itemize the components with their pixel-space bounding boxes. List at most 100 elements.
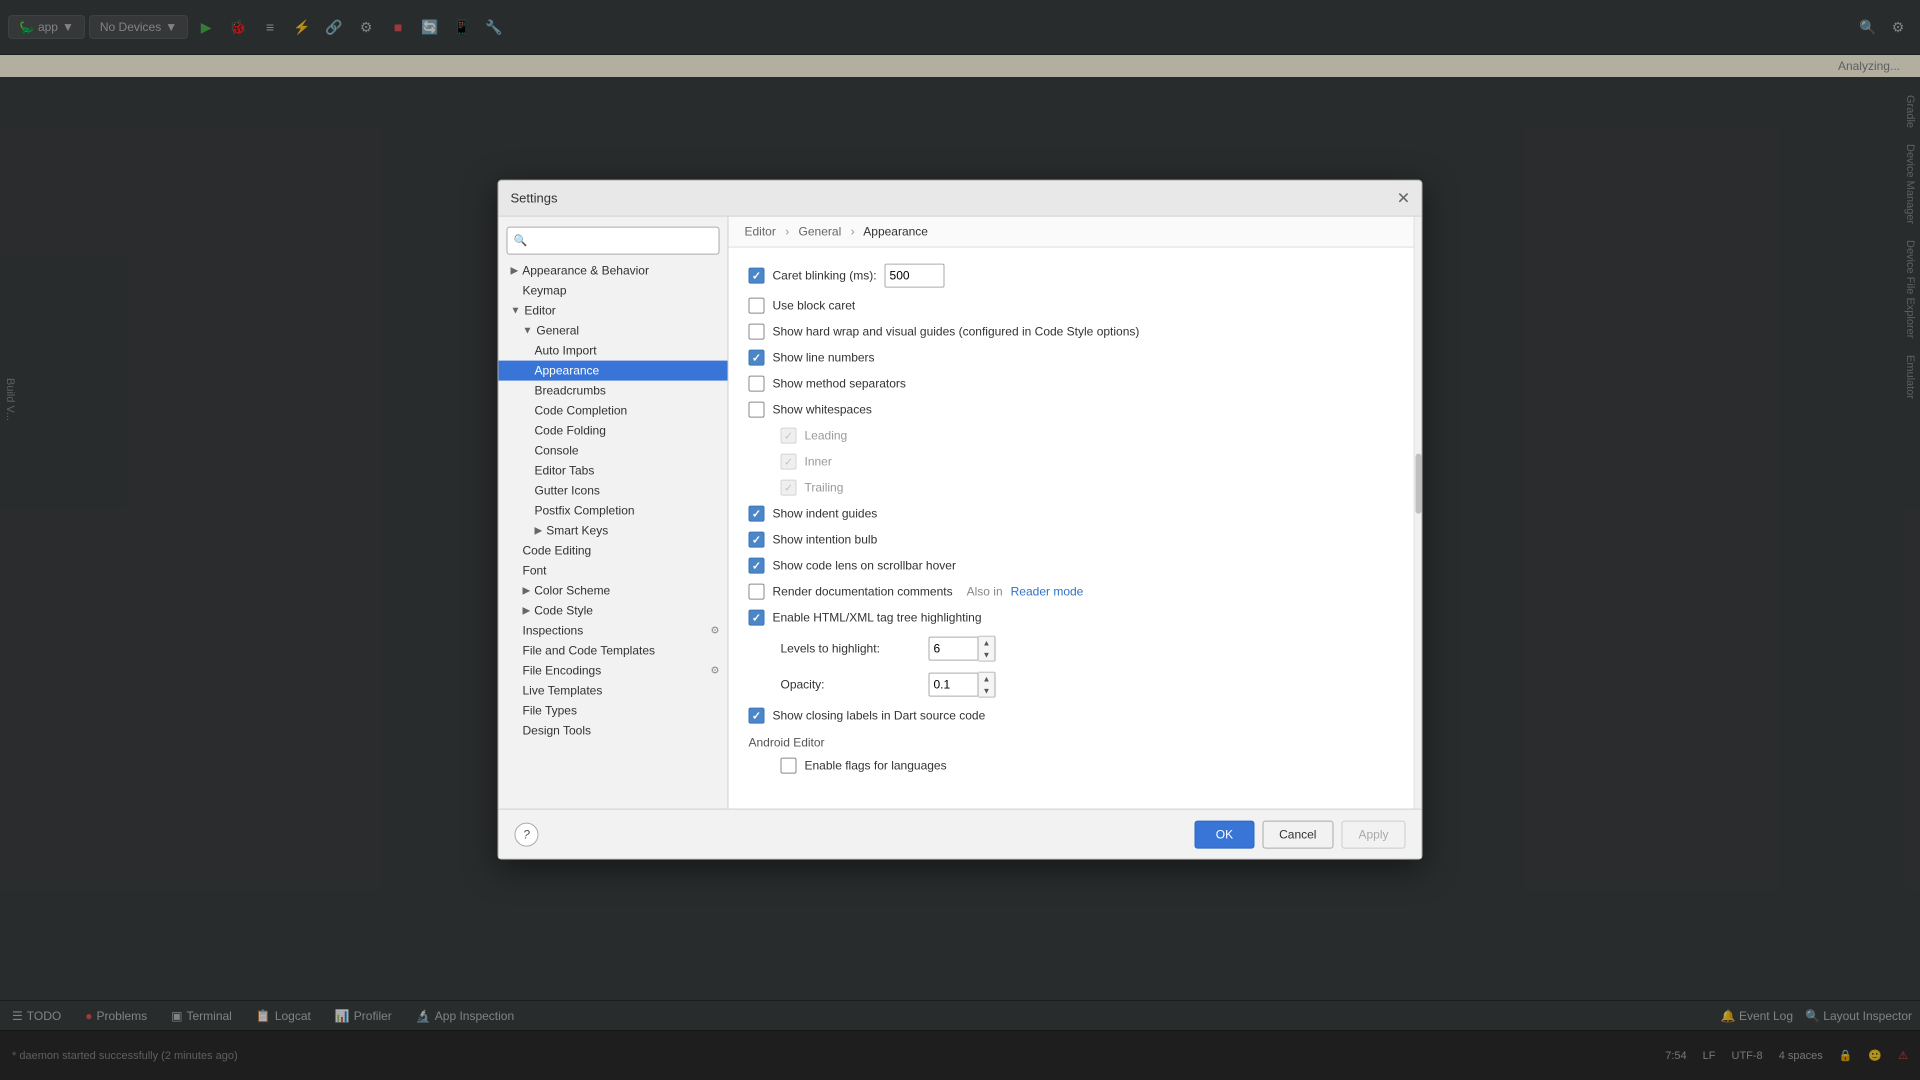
opacity-up-btn[interactable]: ▲ xyxy=(979,673,995,685)
expand-arrow: ▼ xyxy=(523,325,533,336)
inner-label: Inner xyxy=(805,455,832,469)
inner-checkbox[interactable] xyxy=(781,454,797,470)
closing-labels-label: Show closing labels in Dart source code xyxy=(773,709,986,723)
sidebar-item-appearance[interactable]: Appearance xyxy=(499,361,728,381)
help-button[interactable]: ? xyxy=(515,822,539,846)
expand-arrow: ▼ xyxy=(511,305,521,316)
whitespaces-checkbox[interactable] xyxy=(749,402,765,418)
file-encodings-icon: ⚙ xyxy=(711,665,720,676)
block-caret-checkbox[interactable] xyxy=(749,298,765,314)
line-numbers-label: Show line numbers xyxy=(773,351,875,365)
sidebar-item-auto-import[interactable]: Auto Import xyxy=(499,341,728,361)
sidebar-item-live-templates[interactable]: Live Templates xyxy=(499,681,728,701)
search-icon-wrap: 🔍 xyxy=(507,227,720,255)
item-label: Gutter Icons xyxy=(535,484,600,498)
sidebar-item-design-tools[interactable]: Design Tools xyxy=(499,721,728,741)
sidebar-item-code-editing[interactable]: Code Editing xyxy=(499,541,728,561)
item-label: General xyxy=(536,324,579,338)
sidebar-item-console[interactable]: Console xyxy=(499,441,728,461)
sidebar-item-smart-keys[interactable]: ▶ Smart Keys xyxy=(499,521,728,541)
trailing-checkbox[interactable] xyxy=(781,480,797,496)
render-doc-label: Render documentation comments xyxy=(773,585,953,599)
sidebar-item-general[interactable]: ▼ General xyxy=(499,321,728,341)
levels-up-btn[interactable]: ▲ xyxy=(979,637,995,649)
apply-button[interactable]: Apply xyxy=(1341,820,1405,848)
opacity-input[interactable] xyxy=(929,673,979,697)
trailing-label: Trailing xyxy=(805,481,844,495)
cancel-button[interactable]: Cancel xyxy=(1262,820,1333,848)
sidebar-item-font[interactable]: Font xyxy=(499,561,728,581)
code-lens-row: Show code lens on scrollbar hover xyxy=(749,558,1394,574)
item-label: Font xyxy=(523,564,547,578)
item-label: Appearance & Behavior xyxy=(522,264,649,278)
sidebar-item-keymap[interactable]: Keymap xyxy=(499,281,728,301)
intention-bulb-checkbox[interactable] xyxy=(749,532,765,548)
breadcrumb-editor: Editor xyxy=(745,225,776,239)
dialog-title: Settings xyxy=(511,191,558,206)
html-tag-checkbox[interactable] xyxy=(749,610,765,626)
sidebar-item-editor[interactable]: ▼ Editor xyxy=(499,301,728,321)
item-label: Breadcrumbs xyxy=(535,384,606,398)
levels-down-btn[interactable]: ▼ xyxy=(979,649,995,661)
footer-buttons: OK Cancel Apply xyxy=(1195,820,1406,848)
html-tag-row: Enable HTML/XML tag tree highlighting xyxy=(749,610,1394,626)
caret-blink-checkbox[interactable] xyxy=(749,268,765,284)
method-sep-label: Show method separators xyxy=(773,377,906,391)
code-lens-checkbox[interactable] xyxy=(749,558,765,574)
caret-blink-label: Caret blinking (ms): xyxy=(773,269,877,283)
caret-blink-input[interactable] xyxy=(885,264,945,288)
breadcrumb-appearance: Appearance xyxy=(863,225,928,239)
dialog-footer: ? OK Cancel Apply xyxy=(499,809,1422,859)
levels-spinner-btns: ▲ ▼ xyxy=(979,636,996,662)
expand-arrow: ▶ xyxy=(523,605,531,616)
leading-label: Leading xyxy=(805,429,848,443)
leading-checkbox[interactable] xyxy=(781,428,797,444)
breadcrumb-general: General xyxy=(799,225,842,239)
breadcrumb-sep1: › xyxy=(785,225,789,239)
reader-mode-link[interactable]: Reader mode xyxy=(1011,585,1084,599)
sidebar-item-postfix-completion[interactable]: Postfix Completion xyxy=(499,501,728,521)
sidebar-item-color-scheme[interactable]: ▶ Color Scheme xyxy=(499,581,728,601)
item-label: File Encodings xyxy=(523,664,602,678)
levels-input[interactable] xyxy=(929,637,979,661)
sidebar-item-code-style[interactable]: ▶ Code Style xyxy=(499,601,728,621)
also-in-text: Also in xyxy=(967,585,1003,599)
whitespaces-label: Show whitespaces xyxy=(773,403,872,417)
hard-wrap-checkbox[interactable] xyxy=(749,324,765,340)
inner-row: Inner xyxy=(781,454,1394,470)
sidebar-item-inspections[interactable]: Inspections ⚙ xyxy=(499,621,728,641)
opacity-spinner: ▲ ▼ xyxy=(929,672,996,698)
scrollbar-track[interactable] xyxy=(1414,217,1422,809)
line-numbers-checkbox[interactable] xyxy=(749,350,765,366)
item-label: Postfix Completion xyxy=(535,504,635,518)
ok-button[interactable]: OK xyxy=(1195,820,1254,848)
method-sep-checkbox[interactable] xyxy=(749,376,765,392)
settings-search-input[interactable] xyxy=(507,227,720,255)
search-wrap: 🔍 xyxy=(499,221,728,261)
closing-labels-row: Show closing labels in Dart source code xyxy=(749,708,1394,724)
levels-row: Levels to highlight: ▲ ▼ xyxy=(781,636,1394,662)
item-label: Code Completion xyxy=(535,404,628,418)
render-doc-checkbox[interactable] xyxy=(749,584,765,600)
sidebar-item-editor-tabs[interactable]: Editor Tabs xyxy=(499,461,728,481)
sidebar-item-file-types[interactable]: File Types xyxy=(499,701,728,721)
breadcrumb-bar: Editor › General › Appearance xyxy=(729,217,1414,248)
opacity-down-btn[interactable]: ▼ xyxy=(979,685,995,697)
sidebar-item-code-completion[interactable]: Code Completion xyxy=(499,401,728,421)
hard-wrap-label: Show hard wrap and visual guides (config… xyxy=(773,325,1140,339)
sidebar-item-gutter-icons[interactable]: Gutter Icons xyxy=(499,481,728,501)
search-icon: 🔍 xyxy=(514,234,528,247)
sidebar-item-file-code-templates[interactable]: File and Code Templates xyxy=(499,641,728,661)
sidebar-item-breadcrumbs[interactable]: Breadcrumbs xyxy=(499,381,728,401)
sidebar-item-file-encodings[interactable]: File Encodings ⚙ xyxy=(499,661,728,681)
dialog-body: 🔍 ▶ Appearance & Behavior Keymap ▼ Edito… xyxy=(499,217,1422,809)
dialog-close-button[interactable]: ✕ xyxy=(1394,188,1414,208)
enable-flags-checkbox[interactable] xyxy=(781,758,797,774)
closing-labels-checkbox[interactable] xyxy=(749,708,765,724)
sidebar-item-code-folding[interactable]: Code Folding xyxy=(499,421,728,441)
item-label: Editor xyxy=(524,304,555,318)
indent-guides-checkbox[interactable] xyxy=(749,506,765,522)
sidebar-item-appearance-behavior[interactable]: ▶ Appearance & Behavior xyxy=(499,261,728,281)
scrollbar-thumb[interactable] xyxy=(1416,453,1422,513)
item-label: Live Templates xyxy=(523,684,603,698)
